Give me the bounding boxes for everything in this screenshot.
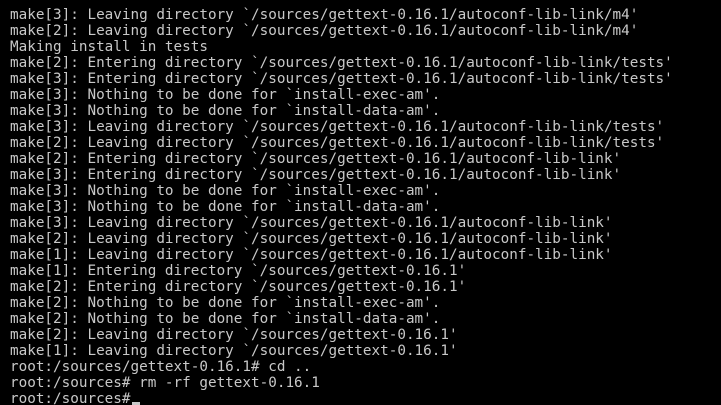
terminal-line: make[2]: Nothing to be done for `install… (10, 295, 441, 311)
terminal-output[interactable]: make[3]: Leaving directory `/sources/get… (10, 7, 673, 405)
terminal-line: root:/sources# rm -rf gettext-0.16.1 (10, 375, 320, 391)
shell-prompt-line[interactable]: root:/sources# (10, 391, 673, 405)
shell-prompt: root:/sources# (10, 391, 131, 405)
terminal-line: make[3]: Nothing to be done for `install… (10, 183, 441, 199)
terminal-line: make[3]: Leaving directory `/sources/get… (10, 215, 613, 231)
terminal-line: make[2]: Leaving directory `/sources/get… (10, 327, 458, 343)
terminal-line: Making install in tests (10, 39, 208, 55)
terminal-line: make[2]: Entering directory `/sources/ge… (10, 55, 673, 71)
terminal-line: make[3]: Nothing to be done for `install… (10, 199, 441, 215)
terminal-line: make[2]: Leaving directory `/sources/get… (10, 231, 613, 247)
terminal-line: root:/sources/gettext-0.16.1# cd .. (10, 359, 312, 375)
terminal-line: make[1]: Leaving directory `/sources/get… (10, 343, 458, 359)
terminal-line: make[2]: Leaving directory `/sources/get… (10, 135, 665, 151)
terminal-line: make[3]: Entering directory `/sources/ge… (10, 71, 673, 87)
terminal-line: make[3]: Entering directory `/sources/ge… (10, 167, 622, 183)
terminal-line: make[3]: Nothing to be done for `install… (10, 103, 441, 119)
terminal-line: make[1]: Entering directory `/sources/ge… (10, 263, 467, 279)
terminal-line: make[1]: Leaving directory `/sources/get… (10, 247, 613, 263)
terminal-line: make[2]: Nothing to be done for `install… (10, 311, 441, 327)
terminal-line: make[3]: Nothing to be done for `install… (10, 87, 441, 103)
terminal-line: make[3]: Leaving directory `/sources/get… (10, 7, 639, 23)
terminal-line: make[2]: Leaving directory `/sources/get… (10, 23, 639, 39)
terminal-line: make[3]: Leaving directory `/sources/get… (10, 119, 665, 135)
terminal-line: make[2]: Entering directory `/sources/ge… (10, 279, 467, 295)
terminal-line: make[2]: Entering directory `/sources/ge… (10, 151, 622, 167)
terminal-screen[interactable]: make[3]: Leaving directory `/sources/get… (0, 0, 721, 405)
